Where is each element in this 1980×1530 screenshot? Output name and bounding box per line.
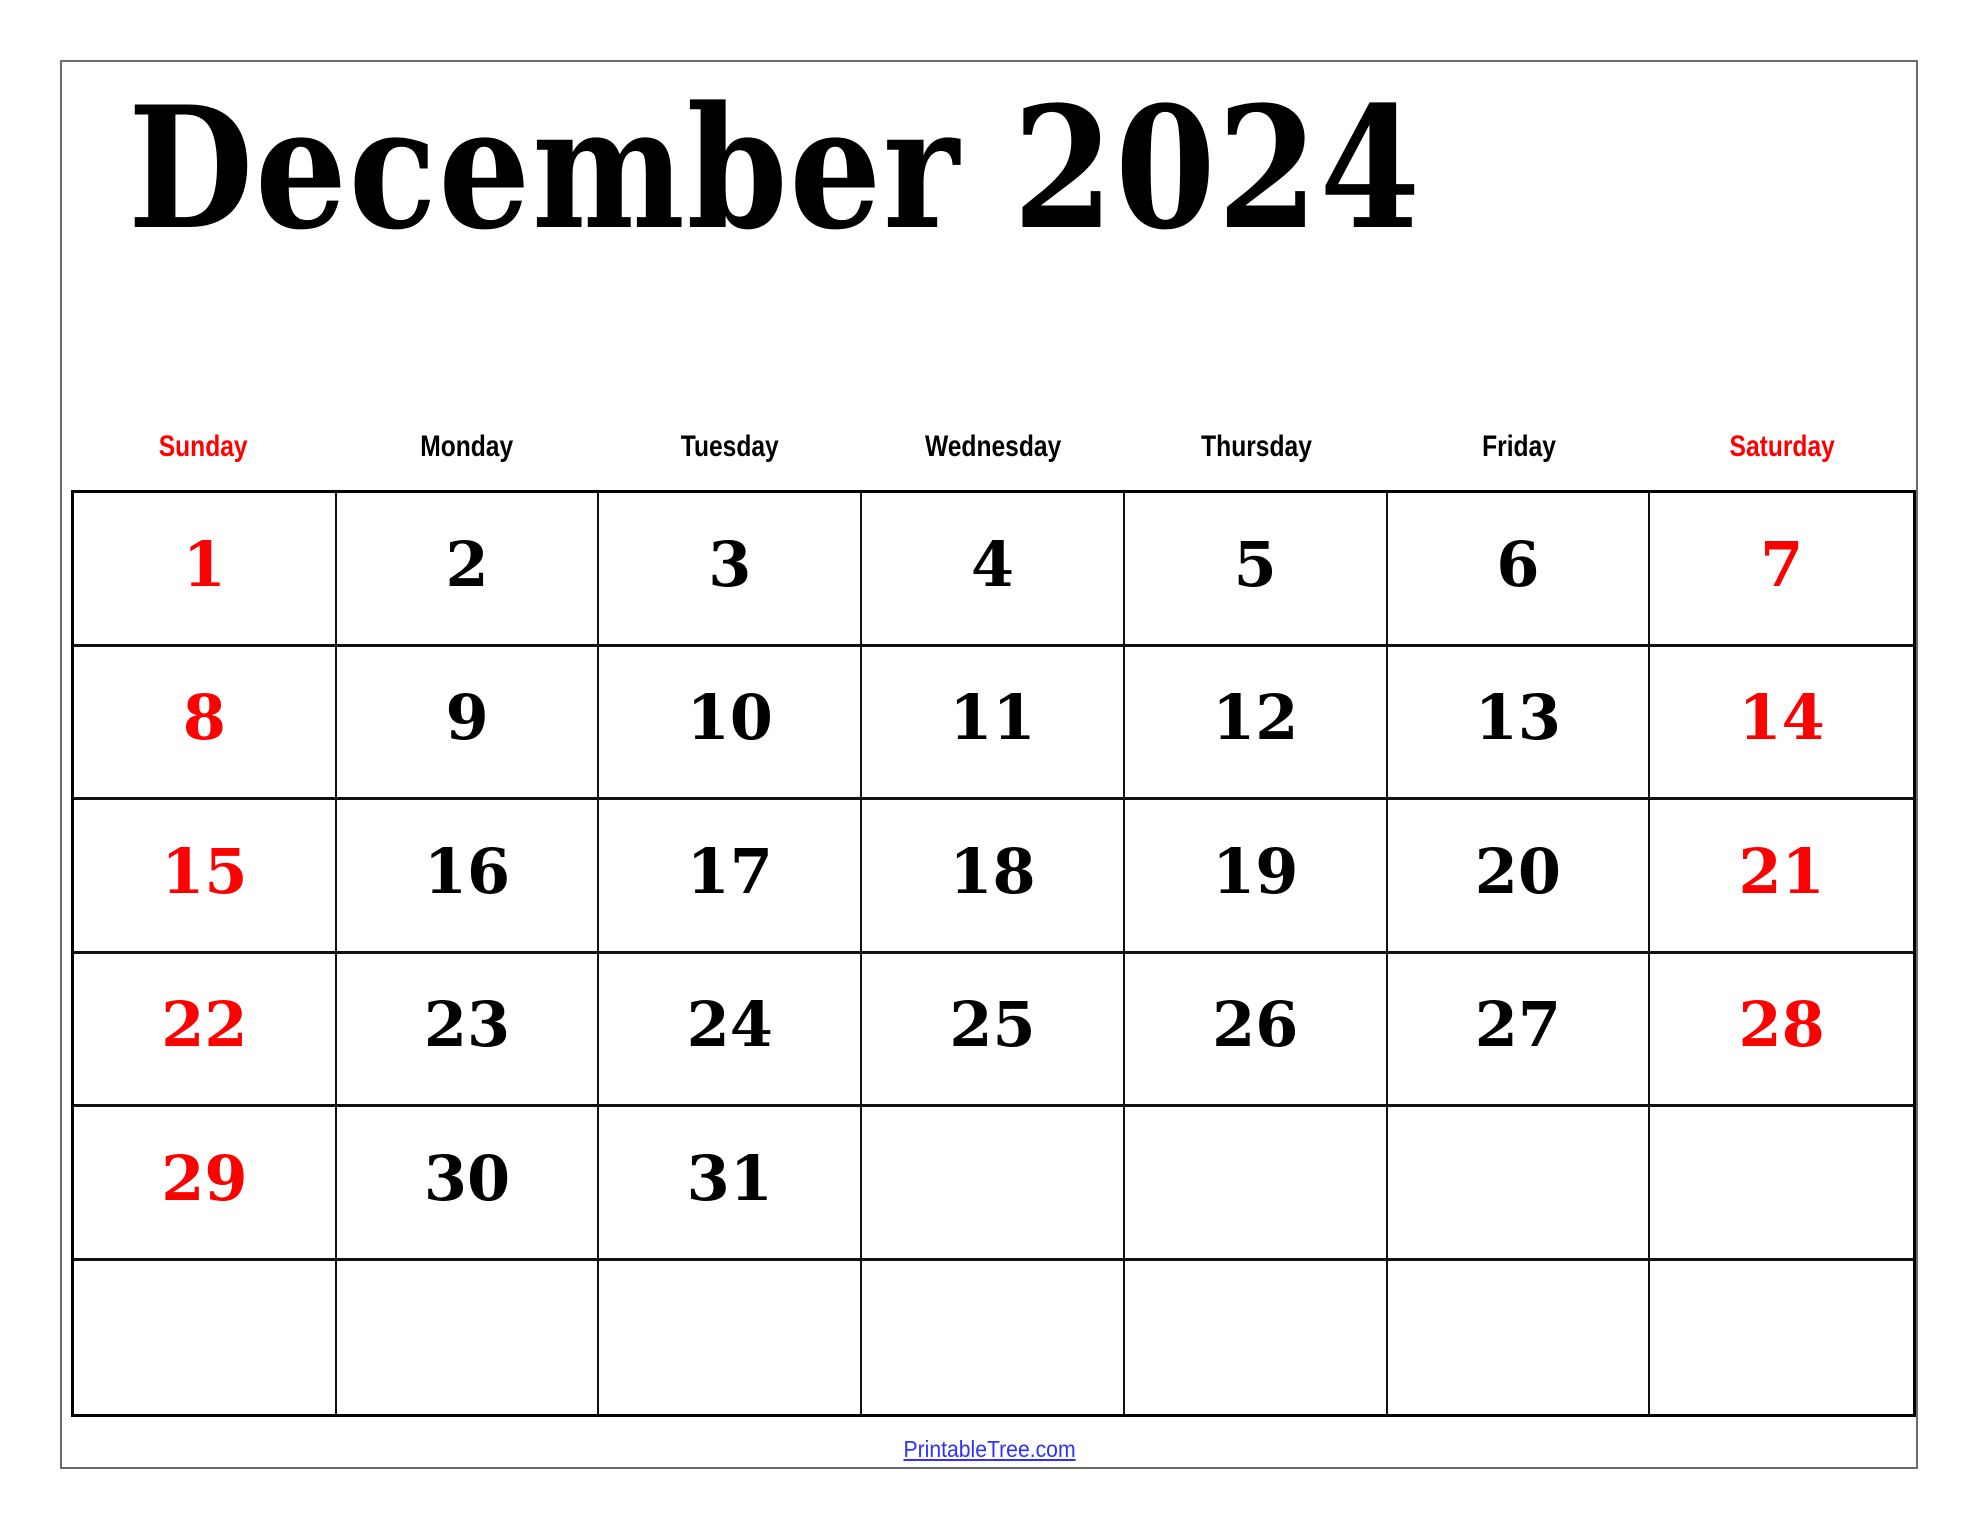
day-number: 17 <box>686 834 773 908</box>
day-cell: 22 <box>74 953 337 1107</box>
day-number: 27 <box>1474 988 1562 1062</box>
day-cell: 23 <box>336 953 600 1107</box>
day-cell: 29 <box>74 1107 337 1261</box>
day-number: 11 <box>949 681 1036 755</box>
day-cell: 14 <box>1650 647 1913 800</box>
day-cell: 16 <box>336 800 600 954</box>
day-cell: 5 <box>1124 493 1388 647</box>
day-cell: 6 <box>1387 493 1651 647</box>
day-number: 24 <box>686 988 773 1062</box>
day-cell: 2 <box>336 493 600 647</box>
day-cell: 4 <box>862 493 1125 647</box>
day-number: 23 <box>423 988 511 1062</box>
day-cell: 19 <box>1124 800 1388 954</box>
day-number: 1 <box>182 527 226 601</box>
day-cell: 26 <box>1124 953 1388 1107</box>
day-number: 22 <box>161 988 248 1062</box>
empty-day-cell <box>1124 1107 1388 1261</box>
weekday-label: Thursday <box>1200 430 1312 463</box>
empty-day-cell <box>1650 1261 1913 1415</box>
weekday-sunday: Sunday <box>72 425 335 469</box>
day-number: 25 <box>949 988 1036 1062</box>
weekday-label: Sunday <box>159 430 248 463</box>
empty-day-cell <box>1388 1260 1651 1414</box>
day-number: 15 <box>161 834 248 908</box>
day-number: 31 <box>686 1141 773 1215</box>
day-number: 12 <box>1212 681 1299 755</box>
day-cell: 15 <box>74 800 337 954</box>
day-cell: 12 <box>1124 646 1388 800</box>
weekday-header-row: Sunday Monday Tuesday Wednesday Thursday… <box>72 425 1914 469</box>
day-cell: 13 <box>1387 646 1651 800</box>
day-cell: 9 <box>336 646 600 800</box>
day-cell: 25 <box>862 953 1125 1107</box>
calendar-grid: 1 2 3 4 5 6 7 8 9 10 11 12 13 14 15 16 17 18 19 20 21 22 23 24 2… <box>71 490 1916 1417</box>
weekday-label: Friday <box>1482 430 1557 463</box>
day-number: 20 <box>1474 834 1562 908</box>
printabletree-link[interactable]: PrintableTree.com <box>904 1436 1076 1463</box>
day-number: 18 <box>949 834 1036 908</box>
day-number: 4 <box>970 527 1015 601</box>
day-cell: 8 <box>74 646 337 800</box>
day-number: 10 <box>686 681 773 755</box>
weekday-label: Wednesday <box>924 430 1062 463</box>
day-cell: 11 <box>862 646 1125 800</box>
day-number: 21 <box>1738 834 1825 908</box>
empty-day-cell <box>337 1260 600 1414</box>
weekday-monday: Monday <box>335 425 598 469</box>
day-number: 9 <box>445 681 489 755</box>
day-number: 29 <box>161 1141 248 1215</box>
day-number: 6 <box>1496 527 1540 601</box>
empty-day-cell <box>1125 1260 1388 1414</box>
day-number: 26 <box>1212 988 1299 1062</box>
day-number: 2 <box>445 527 489 601</box>
empty-day-cell <box>862 1107 1125 1261</box>
day-number: 13 <box>1474 681 1562 755</box>
day-cell: 31 <box>599 1107 863 1261</box>
weekday-label: Tuesday <box>680 430 779 463</box>
calendar-title: December 2024 <box>128 69 1422 267</box>
day-cell: 30 <box>336 1107 600 1261</box>
weekday-label: Saturday <box>1729 430 1836 463</box>
weekday-thursday: Thursday <box>1125 425 1388 469</box>
day-cell: 20 <box>1387 800 1651 954</box>
day-number: 7 <box>1760 527 1804 601</box>
empty-day-cell <box>1650 1107 1913 1261</box>
weekday-label: Monday <box>420 430 514 463</box>
day-number: 8 <box>182 681 226 755</box>
day-number: 30 <box>423 1141 511 1215</box>
day-cell: 24 <box>599 953 863 1107</box>
day-cell: 21 <box>1650 800 1913 954</box>
day-number: 19 <box>1212 834 1299 908</box>
day-cell: 7 <box>1650 493 1913 647</box>
empty-day-cell <box>599 1260 863 1414</box>
day-cell: 18 <box>862 800 1125 954</box>
empty-day-cell <box>74 1260 337 1414</box>
day-cell: 27 <box>1387 953 1651 1107</box>
empty-day-cell <box>1387 1107 1651 1261</box>
day-cell: 10 <box>599 646 863 800</box>
day-cell: 1 <box>74 493 337 647</box>
day-number: 16 <box>423 834 511 908</box>
day-number: 3 <box>708 527 752 601</box>
day-number: 5 <box>1233 527 1277 601</box>
weekday-friday: Friday <box>1388 425 1651 469</box>
weekday-saturday: Saturday <box>1651 425 1914 469</box>
day-number: 28 <box>1738 988 1825 1062</box>
day-cell: 3 <box>599 493 863 647</box>
day-number: 14 <box>1738 681 1825 755</box>
weekday-wednesday: Wednesday <box>861 425 1124 469</box>
day-cell: 17 <box>599 800 863 954</box>
footer: PrintableTree.com <box>0 1436 1980 1463</box>
weekday-tuesday: Tuesday <box>598 425 861 469</box>
day-cell: 28 <box>1650 954 1913 1107</box>
empty-day-cell <box>862 1260 1125 1414</box>
